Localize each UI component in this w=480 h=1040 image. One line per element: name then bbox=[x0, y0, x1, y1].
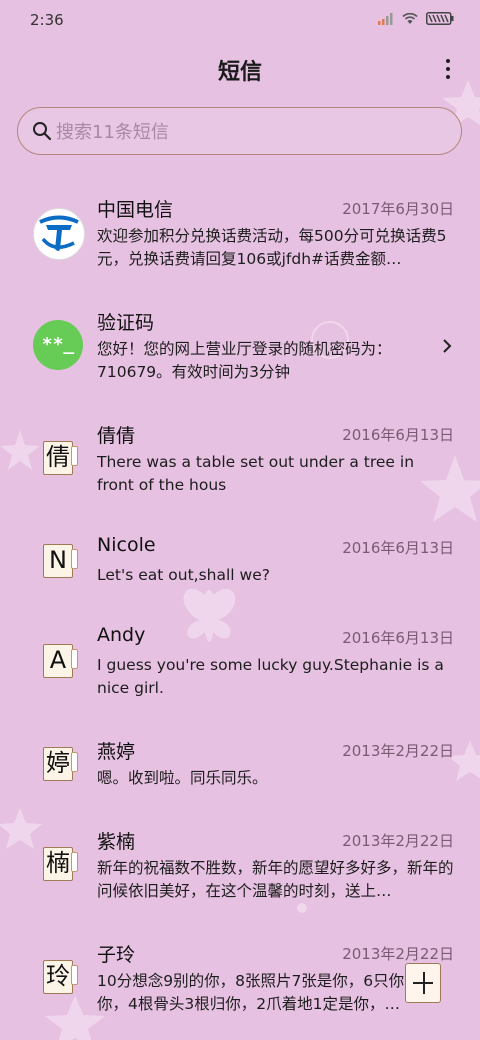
sender-name: Nicole bbox=[97, 534, 156, 556]
app-header: 短信 bbox=[0, 50, 480, 90]
message-preview: Let's eat out,shall we? bbox=[97, 566, 270, 584]
battery-icon bbox=[426, 12, 454, 25]
signal-icon bbox=[378, 12, 393, 25]
sender-name: 中国电信 bbox=[97, 199, 174, 221]
sender-name: 验证码 bbox=[97, 312, 155, 334]
message-date: 2016年6月13日 bbox=[342, 629, 454, 647]
page-title: 短信 bbox=[217, 60, 262, 85]
message-date: 2016年6月13日 bbox=[342, 426, 454, 444]
message-date: 2016年6月13日 bbox=[342, 539, 454, 557]
avatar: A bbox=[43, 644, 78, 678]
message-preview: 欢迎参加积分兑换话费活动，每500分可兑换话费5元，兑换话费请回复106或jfd… bbox=[97, 227, 447, 268]
message-preview: 嗯。收到啦。同乐同乐。 bbox=[97, 769, 268, 787]
message-date: 2017年6月30日 bbox=[342, 200, 454, 218]
avatar: 倩 bbox=[43, 441, 78, 475]
avatar: N bbox=[43, 544, 78, 578]
sender-name: 紫楠 bbox=[97, 831, 136, 853]
message-date: 2013年2月22日 bbox=[342, 945, 454, 963]
message-preview: 您好！您的网上营业厅登录的随机密码为：710679。有效时间为3分钟 bbox=[97, 340, 392, 381]
more-vert-icon[interactable] bbox=[444, 56, 452, 82]
message-preview: 10分想念9别的你，8张照片7张是你，6只你只像你，4根骨头3根归你，2爪着地1… bbox=[97, 972, 436, 1013]
avatar: 楠 bbox=[43, 847, 78, 881]
status-time: 2:36 bbox=[30, 11, 64, 29]
search-bar[interactable] bbox=[17, 107, 462, 155]
message-preview: I guess you're some lucky guy.Stephanie … bbox=[97, 656, 444, 697]
search-input[interactable] bbox=[54, 117, 438, 147]
search-icon bbox=[33, 122, 52, 141]
verification-avatar: **_ bbox=[33, 320, 83, 370]
message-preview: 新年的祝福数不胜数，新年的愿望好多好多，新年的问候依旧美好，在这个温馨的时刻，送… bbox=[97, 859, 454, 900]
new-message-button[interactable] bbox=[405, 963, 441, 1003]
message-preview: There was a table set out under a tree i… bbox=[97, 453, 415, 494]
chevron-right-icon[interactable] bbox=[442, 338, 452, 354]
sender-name: 倩倩 bbox=[97, 425, 136, 447]
status-bar: 2:36 bbox=[0, 0, 480, 40]
sender-name: Andy bbox=[97, 624, 146, 646]
sender-name: 燕婷 bbox=[97, 741, 136, 763]
message-date: 2013年2月22日 bbox=[342, 742, 454, 760]
telecom-logo bbox=[33, 208, 85, 260]
sender-name: 子玲 bbox=[97, 944, 136, 966]
wifi-icon bbox=[402, 12, 418, 24]
message-date: 2013年2月22日 bbox=[342, 832, 454, 850]
avatar: 玲 bbox=[43, 960, 78, 994]
avatar: 婷 bbox=[43, 747, 78, 781]
